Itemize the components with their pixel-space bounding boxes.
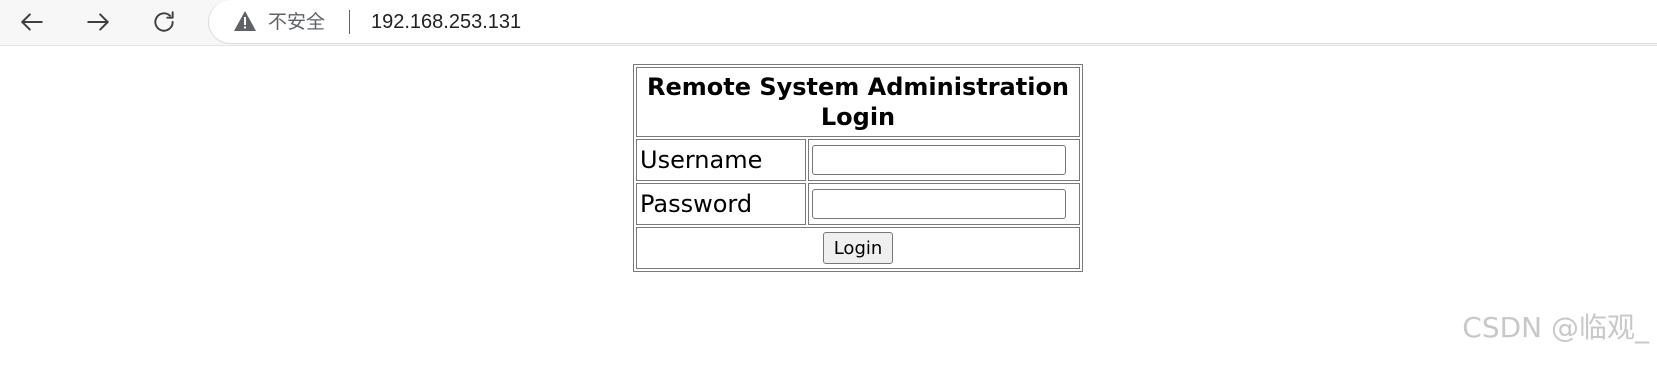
warning-triangle-icon[interactable] — [233, 10, 257, 32]
url-text[interactable]: 192.168.253.131 — [371, 10, 521, 34]
submit-cell: Login — [636, 227, 1080, 269]
address-divider — [349, 10, 350, 34]
security-status-label[interactable]: 不安全 — [268, 10, 325, 34]
forward-button[interactable] — [80, 4, 116, 40]
username-input[interactable] — [812, 145, 1067, 175]
password-input[interactable] — [812, 189, 1067, 219]
username-row: Username — [636, 139, 1080, 181]
toolbar-divider — [0, 45, 1657, 46]
back-button[interactable] — [14, 4, 50, 40]
login-form: Remote System Administration Login Usern… — [633, 64, 1083, 272]
address-bar[interactable]: 不安全 192.168.253.131 — [208, 0, 1657, 44]
reload-icon — [154, 11, 174, 32]
username-label: Username — [636, 139, 807, 181]
password-label: Password — [636, 183, 807, 225]
browser-toolbar: 不安全 192.168.253.131 — [0, 0, 1657, 46]
login-title: Remote System Administration Login — [636, 67, 1080, 137]
csdn-watermark: CSDN @临观_ — [1462, 311, 1649, 344]
login-button[interactable]: Login — [822, 232, 894, 264]
login-table: Remote System Administration Login Usern… — [633, 64, 1083, 272]
arrow-left-icon — [21, 13, 43, 31]
username-cell — [808, 139, 1080, 181]
submit-row: Login — [636, 227, 1080, 269]
login-form-container: Remote System Administration Login Usern… — [633, 64, 1083, 272]
password-cell — [808, 183, 1080, 225]
title-row: Remote System Administration Login — [636, 67, 1080, 137]
arrow-right-icon — [87, 13, 109, 31]
password-row: Password — [636, 183, 1080, 225]
reload-button[interactable] — [146, 4, 182, 40]
